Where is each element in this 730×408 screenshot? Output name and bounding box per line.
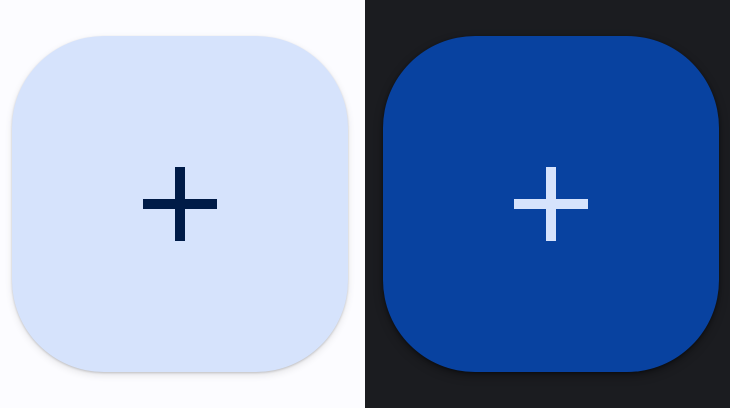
fab-showcase bbox=[0, 0, 730, 408]
add-icon bbox=[143, 167, 217, 241]
light-theme-panel bbox=[0, 0, 365, 408]
add-fab-light[interactable] bbox=[12, 36, 348, 372]
dark-theme-panel bbox=[365, 0, 730, 408]
add-fab-dark[interactable] bbox=[383, 36, 719, 372]
add-icon bbox=[514, 167, 588, 241]
